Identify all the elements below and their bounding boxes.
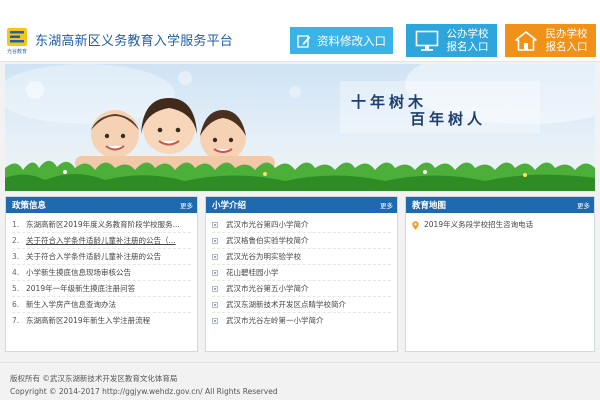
policy-panel-title: 政策信息	[12, 201, 47, 211]
list-item-text: 关于符合入学条件适龄儿童补注册的公告（...	[26, 235, 176, 245]
square-bullet-icon	[212, 285, 226, 292]
list-item[interactable]: 武汉市光谷第四小学简介	[212, 217, 391, 233]
public-school-label: 公办学校 报名入口	[447, 28, 489, 54]
list-item[interactable]: 7. 东湖高新区2019年新生入学注册流程	[12, 313, 191, 329]
book-logo-icon	[7, 28, 27, 46]
list-item-text: 武汉市光谷第五小学简介	[226, 283, 309, 293]
list-item[interactable]: 武汉东湖新技术开发区点睛学校简介	[212, 297, 391, 313]
schools-list: 武汉市光谷第四小学简介 武汉格鲁伯实验学校简介 武汉光谷为明实验学校 花山碧桂园…	[206, 213, 397, 329]
list-item[interactable]: 武汉格鲁伯实验学校简介	[212, 233, 391, 249]
edit-info-label: 资料修改入口	[317, 33, 386, 48]
policy-more-link[interactable]: 更多	[180, 200, 193, 210]
private-school-label: 民办学校 报名入口	[546, 28, 588, 54]
list-item-text: 2019年义务段学校招生咨询电话	[424, 220, 534, 229]
public-school-button[interactable]: 公办学校 报名入口	[406, 24, 497, 57]
list-item[interactable]: 5. 2019年一年级新生摸底注册问答	[12, 281, 191, 297]
list-item-text: 武汉市光谷第四小学简介	[226, 219, 309, 229]
list-item[interactable]: 2. 关于符合入学条件适龄儿童补注册的公告（...	[12, 233, 191, 249]
footer: 版权所有 ©武汉东湖新技术开发区教育文化体育局 Copyright © 2014…	[0, 362, 600, 400]
square-bullet-icon	[212, 237, 226, 244]
site-title: 东湖高新区义务教育入学服务平台	[35, 34, 234, 49]
banner: 十年树木 百年树人	[5, 64, 595, 191]
square-bullet-icon	[212, 253, 226, 260]
private-school-label-line1: 民办学校	[545, 27, 588, 40]
list-item-number: 5.	[12, 283, 20, 293]
list-item-number: 2.	[12, 235, 20, 245]
map-panel: 教育地图 更多 2019年义务段学校招生咨询电话	[405, 196, 595, 352]
private-school-button[interactable]: 民办学校 报名入口	[505, 24, 596, 57]
site-logo[interactable]: 光谷教育	[6, 27, 28, 58]
map-list: 2019年义务段学校招生咨询电话	[406, 213, 594, 233]
banner-slogan-line2: 百年树人	[410, 110, 487, 128]
square-bullet-icon	[212, 269, 226, 276]
house-icon	[514, 30, 537, 51]
list-item-text: 小学新生摸底信息现场审核公告	[26, 267, 131, 277]
schools-panel-title: 小学介绍	[212, 201, 247, 211]
logo-caption: 光谷教育	[6, 49, 27, 55]
list-item[interactable]: 3. 关于符合入学条件适龄儿童补注册的公告	[12, 249, 191, 265]
square-bullet-icon	[212, 301, 226, 308]
list-item[interactable]: 花山碧桂园小学	[212, 265, 391, 281]
list-item-number: 7.	[12, 316, 20, 325]
list-item[interactable]: 6. 新生入学房产信息查询办法	[12, 297, 191, 313]
list-item[interactable]: 2019年义务段学校招生咨询电话	[412, 217, 588, 233]
list-item-text: 东湖高新区2019年度义务教育阶段学校服务...	[26, 219, 180, 229]
list-item-text: 武汉东湖新技术开发区点睛学校简介	[226, 299, 346, 309]
list-item[interactable]: 武汉市光谷第五小学简介	[212, 281, 391, 297]
list-item-text: 武汉市光谷左岭第一小学简介	[226, 316, 324, 325]
private-school-label-line2: 报名入口	[545, 40, 588, 53]
footer-copyright-owner: 版权所有 ©武汉东湖新技术开发区教育文化体育局	[10, 374, 178, 383]
list-item[interactable]: 1. 东湖高新区2019年度义务教育阶段学校服务...	[12, 217, 191, 233]
schools-panel: 小学介绍 更多 武汉市光谷第四小学简介 武汉格鲁伯实验学校简介 武汉光谷为明实验…	[205, 196, 398, 352]
edit-pencil-icon	[297, 34, 311, 48]
public-school-label-line2: 报名入口	[446, 40, 489, 53]
list-item-number: 1.	[12, 219, 20, 229]
map-pin-icon	[412, 220, 424, 230]
square-bullet-icon	[212, 318, 226, 324]
list-item-text: 花山碧桂园小学	[226, 267, 279, 277]
map-more-link[interactable]: 更多	[577, 200, 590, 210]
list-item[interactable]: 4. 小学新生摸底信息现场审核公告	[12, 265, 191, 281]
monitor-icon	[415, 30, 438, 51]
list-item-number: 4.	[12, 267, 20, 277]
map-panel-title: 教育地图	[412, 201, 447, 211]
list-item-number: 3.	[12, 251, 20, 261]
policy-panel-header: 政策信息 更多	[6, 197, 197, 213]
policy-list: 1. 东湖高新区2019年度义务教育阶段学校服务... 2. 关于符合入学条件适龄儿…	[6, 213, 197, 329]
footer-copyright-url: Copyright © 2014-2017 http://ggjyw.wehdz…	[10, 387, 278, 396]
list-item[interactable]: 武汉光谷为明实验学校	[212, 249, 391, 265]
edit-info-button[interactable]: 资料修改入口	[290, 27, 393, 54]
public-school-label-line1: 公办学校	[446, 27, 489, 40]
list-item-text: 关于符合入学条件适龄儿童补注册的公告	[26, 251, 161, 261]
list-item-number: 6.	[12, 299, 20, 309]
schools-panel-header: 小学介绍 更多	[206, 197, 397, 213]
header: 光谷教育 东湖高新区义务教育入学服务平台 资料修改入口 公办学校 报名入口 民办…	[0, 0, 600, 62]
list-item[interactable]: 武汉市光谷左岭第一小学简介	[212, 313, 391, 329]
list-item-text: 武汉格鲁伯实验学校简介	[226, 235, 309, 245]
list-item-text: 新生入学房产信息查询办法	[26, 299, 116, 309]
list-item-text: 东湖高新区2019年新生入学注册流程	[26, 316, 151, 325]
schools-more-link[interactable]: 更多	[380, 200, 393, 210]
list-item-text: 武汉光谷为明实验学校	[226, 251, 301, 261]
list-item-text: 2019年一年级新生摸底注册问答	[26, 283, 136, 293]
map-panel-header: 教育地图 更多	[406, 197, 594, 213]
square-bullet-icon	[212, 221, 226, 228]
banner-children-illustration	[5, 64, 595, 191]
policy-panel: 政策信息 更多 1. 东湖高新区2019年度义务教育阶段学校服务... 2. 关于符…	[5, 196, 198, 352]
